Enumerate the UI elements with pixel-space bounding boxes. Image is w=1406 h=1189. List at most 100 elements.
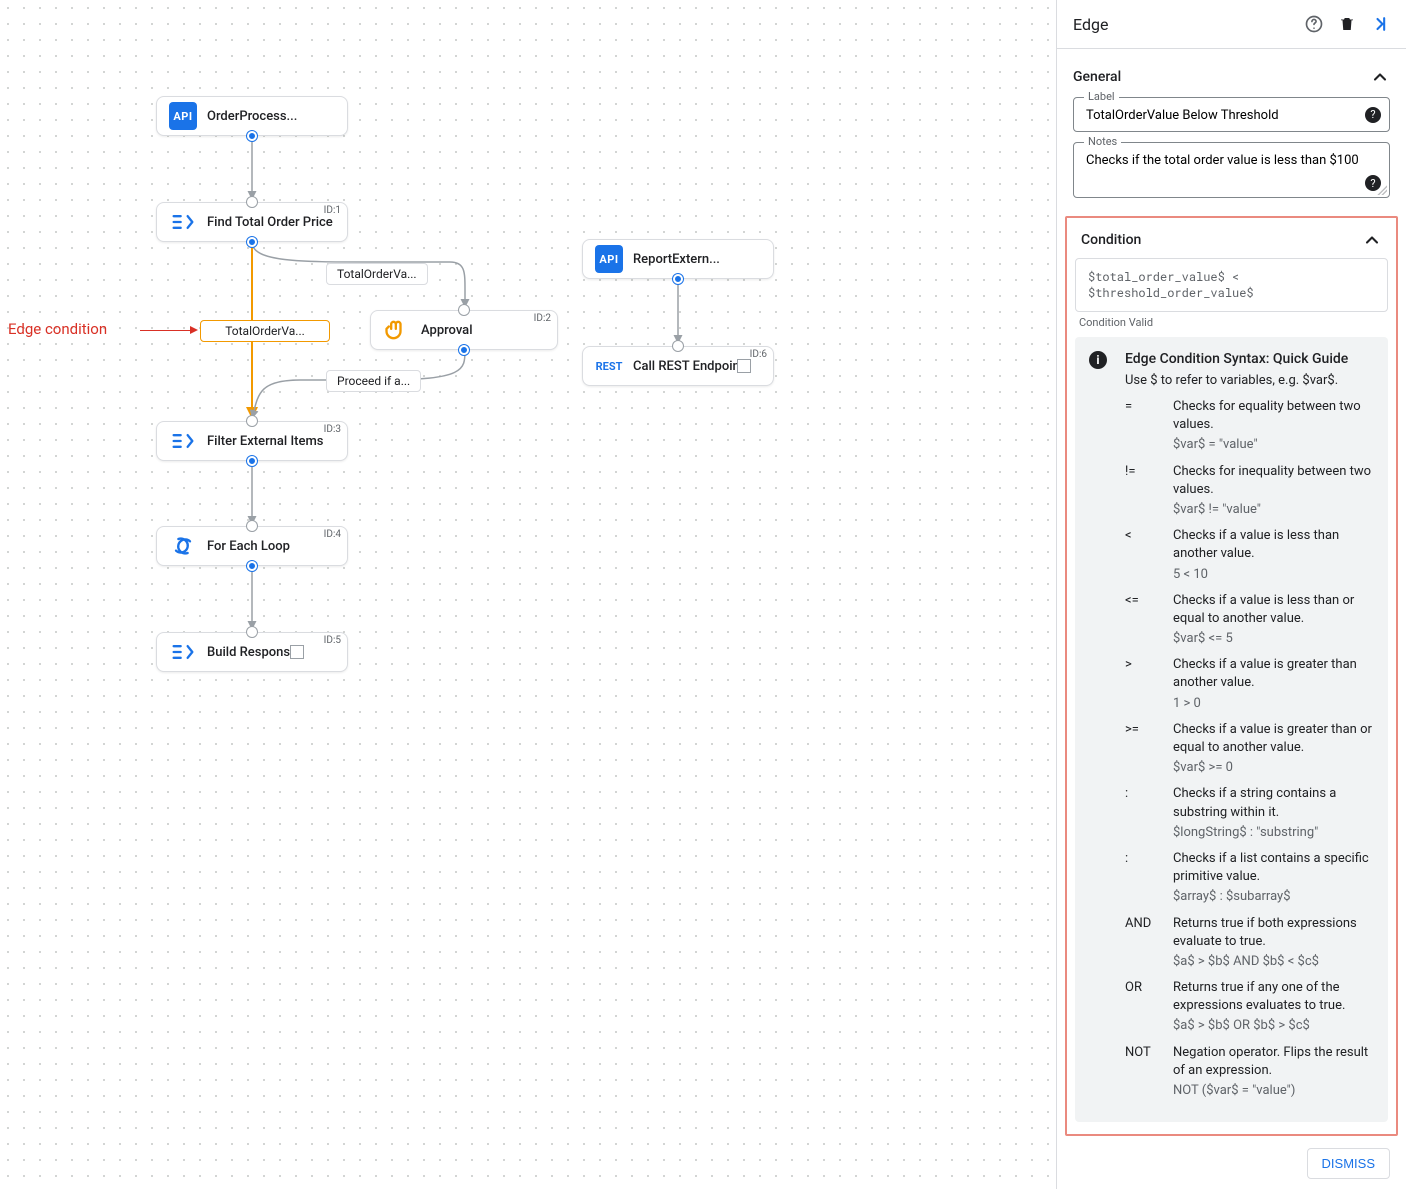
chevron-up-icon	[1370, 67, 1390, 87]
section-general: General Label ? Notes ?	[1057, 49, 1406, 212]
op-description: Checks if a value is less than another v…	[1173, 527, 1374, 584]
syntax-op-row: >Checks if a value is greater than anoth…	[1125, 656, 1374, 713]
node-build-response[interactable]: Build Response ID:5	[156, 632, 348, 672]
loop-icon	[169, 532, 197, 560]
op-description: Negation operator. Flips the result of a…	[1173, 1044, 1374, 1101]
edge-label-total-order-1[interactable]: TotalOrderVa...	[326, 263, 428, 285]
op-symbol: :	[1125, 850, 1161, 907]
port-out[interactable]	[247, 131, 257, 141]
op-example: NOT ($var$ = "value")	[1173, 1082, 1374, 1100]
op-description: Checks if a value is less than or equal …	[1173, 592, 1374, 649]
section-heading: Condition	[1081, 232, 1141, 248]
node-approval[interactable]: Approval ID:2	[370, 310, 558, 350]
resize-handle[interactable]	[1377, 185, 1387, 195]
op-example: $var$ >= 0	[1173, 759, 1374, 777]
condition-expression-input[interactable]: $total_order_value$ < $threshold_order_v…	[1075, 258, 1388, 312]
help-icon[interactable]	[1304, 14, 1324, 34]
port-in[interactable]	[459, 305, 469, 315]
annotation-edge-condition: Edge condition	[8, 320, 107, 338]
annotation-arrow-head	[190, 326, 198, 334]
field-label-text: Notes	[1084, 135, 1121, 148]
field-notes: Notes ?	[1073, 142, 1390, 198]
op-description: Returns true if both expressions evaluat…	[1173, 915, 1374, 972]
port-out[interactable]	[459, 345, 469, 355]
port-in[interactable]	[247, 416, 257, 426]
node-id: ID:3	[324, 424, 341, 435]
op-symbol: OR	[1125, 979, 1161, 1036]
edge-label-proceed-if[interactable]: Proceed if a...	[326, 370, 421, 392]
edge-label-total-order-selected[interactable]: TotalOrderVa...	[200, 320, 330, 342]
op-example: $var$ != "value"	[1173, 501, 1374, 519]
data-map-icon	[169, 427, 197, 455]
syntax-op-row: <=Checks if a value is less than or equa…	[1125, 592, 1374, 649]
port-in[interactable]	[247, 521, 257, 531]
node-reportextern[interactable]: API ReportExtern...	[582, 239, 774, 279]
section-header-condition[interactable]: Condition	[1075, 226, 1388, 258]
node-filter-external-items[interactable]: Filter External Items ID:3	[156, 421, 348, 461]
node-for-each-loop[interactable]: For Each Loop ID:4	[156, 526, 348, 566]
op-symbol: <=	[1125, 592, 1161, 649]
op-symbol: >=	[1125, 721, 1161, 778]
field-label-text: Label	[1084, 90, 1119, 103]
node-title: For Each Loop	[207, 539, 290, 554]
collapse-panel-icon[interactable]	[1370, 14, 1390, 34]
op-example: $var$ = "value"	[1173, 436, 1374, 454]
field-help-icon[interactable]: ?	[1365, 107, 1381, 123]
port-out[interactable]	[247, 561, 257, 571]
op-description: Checks if a string contains a substring …	[1173, 785, 1374, 842]
node-id: ID:4	[324, 529, 341, 540]
node-find-total-order-price[interactable]: Find Total Order Price ID:1	[156, 202, 348, 242]
node-title: Approval	[421, 323, 473, 338]
op-example: $a$ > $b$ OR $b$ > $c$	[1173, 1017, 1374, 1035]
data-map-icon	[169, 208, 197, 236]
section-heading: General	[1073, 69, 1121, 85]
syntax-op-row: :Checks if a string contains a substring…	[1125, 785, 1374, 842]
port-out[interactable]	[247, 237, 257, 247]
label-input[interactable]	[1086, 108, 1377, 123]
syntax-op-row: >=Checks if a value is greater than or e…	[1125, 721, 1374, 778]
guide-title: Edge Condition Syntax: Quick Guide	[1125, 351, 1374, 367]
op-description: Checks for equality between two values.$…	[1173, 398, 1374, 455]
node-title: Find Total Order Price	[207, 215, 333, 230]
port-out[interactable]	[673, 274, 683, 284]
panel-title: Edge	[1073, 15, 1108, 34]
rest-icon: REST	[595, 352, 623, 380]
op-description: Checks if a value is greater than or equ…	[1173, 721, 1374, 778]
dismiss-button[interactable]: DISMISS	[1307, 1148, 1390, 1179]
op-symbol: :	[1125, 785, 1161, 842]
op-example: $longString$ : "substring"	[1173, 824, 1374, 842]
op-symbol: AND	[1125, 915, 1161, 972]
hand-icon	[383, 316, 411, 344]
delete-icon[interactable]	[1338, 15, 1356, 33]
api-icon: API	[169, 102, 197, 130]
notes-input[interactable]	[1086, 153, 1377, 185]
syntax-op-row: <Checks if a value is less than another …	[1125, 527, 1374, 584]
op-description: Checks if a list contains a specific pri…	[1173, 850, 1374, 907]
info-icon: i	[1089, 351, 1107, 369]
port-in[interactable]	[247, 627, 257, 637]
op-description: Checks if a value is greater than anothe…	[1173, 656, 1374, 713]
op-example: 1 > 0	[1173, 695, 1374, 713]
port-end[interactable]	[291, 646, 303, 658]
chevron-up-icon	[1362, 230, 1382, 250]
op-example: $var$ <= 5	[1173, 630, 1374, 648]
syntax-op-row: NOTNegation operator. Flips the result o…	[1125, 1044, 1374, 1101]
node-id: ID:6	[750, 349, 767, 360]
port-out[interactable]	[247, 456, 257, 466]
syntax-op-row: ORReturns true if any one of the express…	[1125, 979, 1374, 1036]
section-header-general[interactable]: General	[1073, 61, 1390, 97]
port-in[interactable]	[673, 341, 683, 351]
op-description: Returns true if any one of the expressio…	[1173, 979, 1374, 1036]
node-id: ID:1	[324, 205, 341, 216]
node-title: Filter External Items	[207, 434, 323, 449]
op-description: Checks for inequality between two values…	[1173, 463, 1374, 520]
node-orderprocess[interactable]: API OrderProcess...	[156, 96, 348, 136]
port-in[interactable]	[247, 197, 257, 207]
flow-canvas[interactable]: API OrderProcess... Find Total Order Pri…	[0, 0, 1056, 1189]
port-end[interactable]	[738, 360, 750, 372]
op-example: 5 < 10	[1173, 566, 1374, 584]
guide-subtitle: Use $ to refer to variables, e.g. $var$.	[1125, 373, 1374, 388]
node-call-rest-endpoint[interactable]: REST Call REST Endpoint ID:6	[582, 346, 774, 386]
op-symbol: !=	[1125, 463, 1161, 520]
syntax-op-row: !=Checks for inequality between two valu…	[1125, 463, 1374, 520]
